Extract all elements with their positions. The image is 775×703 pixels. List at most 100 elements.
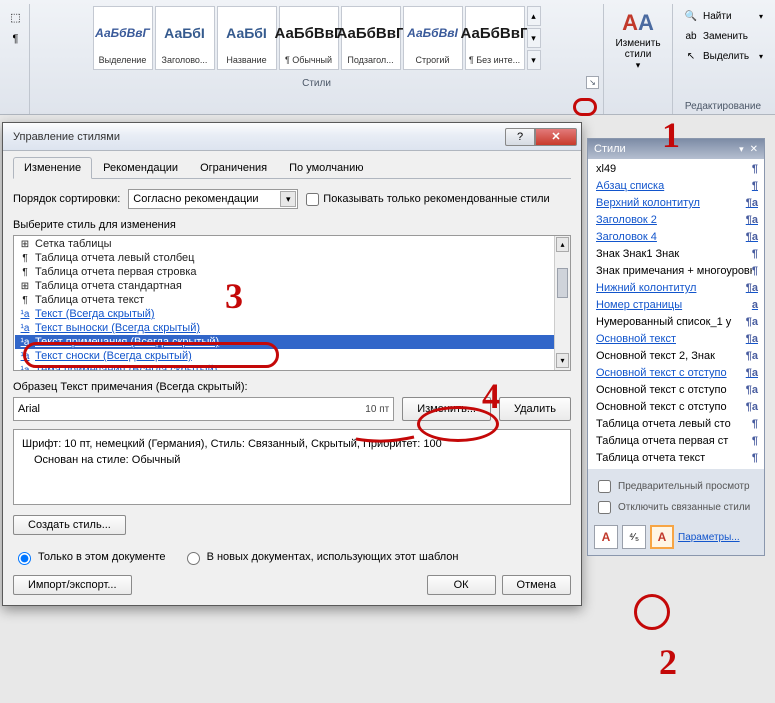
- style-name: Подзагол...: [344, 55, 398, 65]
- dialog-title: Управление стилями: [13, 131, 505, 143]
- pane-style-item[interactable]: Номер страницыa: [590, 297, 762, 314]
- style-tile[interactable]: АаБбВвГ¶ Без инте...: [465, 6, 525, 70]
- ok-button[interactable]: ОК: [427, 575, 496, 595]
- cancel-button[interactable]: Отмена: [502, 575, 571, 595]
- sort-order-combo[interactable]: Согласно рекомендации ▾: [128, 189, 298, 209]
- new-docs-radio[interactable]: В новых документах, использующих этот ша…: [182, 549, 459, 565]
- pane-style-item[interactable]: Таблица отчета текст¶: [590, 450, 762, 467]
- style-tile[interactable]: АаБбВвГ¶ Обычный: [279, 6, 339, 70]
- pane-style-item[interactable]: Заголовок 4¶a: [590, 229, 762, 246]
- style-list-item[interactable]: ¹aТекст сноски (Всегда скрытый): [15, 349, 569, 363]
- scroll-up-button[interactable]: ▴: [556, 237, 569, 252]
- style-type-icon: ¶: [752, 452, 758, 464]
- tab-3[interactable]: По умолчанию: [278, 157, 374, 178]
- chevron-down-icon[interactable]: ▾: [739, 144, 744, 155]
- style-tile[interactable]: АаБбВвГВыделение: [93, 6, 153, 70]
- styles-pane: Стили ▾ ✕ xl49¶Абзац списка¶Верхний коло…: [587, 138, 765, 556]
- style-list-item[interactable]: ¹aТема примечания (Всегда скрытый): [15, 363, 569, 371]
- style-list-item[interactable]: ¹aТекст примечания (Всегда скрытый): [15, 335, 569, 349]
- pane-style-item[interactable]: Знак Знак1 Знак¶: [590, 246, 762, 263]
- close-button[interactable]: ✕: [535, 128, 577, 146]
- style-list-item[interactable]: ¶Таблица отчета первая стровка: [15, 265, 569, 279]
- modify-button[interactable]: Изменить...: [402, 397, 491, 421]
- gallery-up-button[interactable]: ▴: [527, 6, 541, 26]
- style-type-icon: ¶: [752, 418, 758, 430]
- style-list-item[interactable]: ¶Таблица отчета текст: [15, 293, 569, 307]
- create-style-button[interactable]: Создать стиль...: [13, 515, 126, 535]
- style-list-item[interactable]: ⊞Таблица отчета стандартная: [15, 279, 569, 293]
- style-type-icon: ¶: [752, 163, 758, 175]
- pane-close-button[interactable]: ✕: [750, 144, 758, 155]
- editing-group: 🔍 Найти ▾ ab Заменить ↖ Выделить ▾ Редак…: [673, 4, 773, 114]
- style-list-item[interactable]: ¹aТекст выноски (Всегда скрытый): [15, 321, 569, 335]
- pane-style-item[interactable]: Основной текст¶a: [590, 331, 762, 348]
- pane-style-item[interactable]: Основной текст с отступо¶a: [590, 382, 762, 399]
- pane-style-item[interactable]: Нижний колонтитул¶a: [590, 280, 762, 297]
- new-style-button[interactable]: A: [594, 525, 618, 549]
- style-type-icon: ⊞: [19, 239, 31, 250]
- pane-style-item[interactable]: Таблица отчета левый сто¶: [590, 416, 762, 433]
- gallery-more-button[interactable]: ▾: [527, 50, 541, 70]
- scroll-down-button[interactable]: ▾: [556, 353, 569, 368]
- delete-button[interactable]: Удалить: [499, 397, 571, 421]
- style-preview: АаБбВвГ: [95, 11, 150, 55]
- change-styles-button[interactable]: AA Изменить стили ▾: [610, 6, 666, 71]
- cursor-icon: ↖: [683, 48, 699, 64]
- dropdown-icon: ▾: [280, 191, 296, 207]
- pane-style-item[interactable]: Основной текст 2, Знак¶a: [590, 348, 762, 365]
- style-type-icon: ¶: [19, 253, 31, 264]
- help-button[interactable]: ?: [505, 128, 535, 146]
- disable-linked-checkbox[interactable]: Отключить связанные стили: [594, 498, 758, 517]
- style-tile[interactable]: АаБбВвГПодзагол...: [341, 6, 401, 70]
- style-tile[interactable]: АаБбІЗаголово...: [155, 6, 215, 70]
- change-styles-icon: AA: [622, 10, 654, 36]
- preview-checkbox[interactable]: Предварительный просмотр: [594, 477, 758, 496]
- style-type-icon: ¹a: [19, 323, 31, 334]
- style-list-item[interactable]: ¶Таблица отчета левый столбец: [15, 251, 569, 265]
- annotation-2: 2: [659, 641, 677, 683]
- style-type-icon: ¶a: [746, 197, 758, 209]
- style-description: Шрифт: 10 пт, немецкий (Германия), Стиль…: [13, 429, 571, 505]
- import-export-button[interactable]: Импорт/экспорт...: [13, 575, 132, 595]
- pane-style-item[interactable]: Основной текст с отступо¶a: [590, 365, 762, 382]
- tab-0[interactable]: Изменение: [13, 157, 92, 179]
- style-name: Строгий: [406, 55, 460, 65]
- pane-style-item[interactable]: Таблица отчета первая ст¶: [590, 433, 762, 450]
- find-button[interactable]: 🔍 Найти ▾: [679, 6, 767, 26]
- dialog-titlebar[interactable]: Управление стилями ? ✕: [3, 123, 581, 151]
- pane-style-item[interactable]: Абзац списка¶: [590, 178, 762, 195]
- style-type-icon: a: [752, 299, 758, 311]
- tab-2[interactable]: Ограничения: [189, 157, 278, 178]
- parameters-link[interactable]: Параметры...: [678, 532, 740, 543]
- preview-box: Arial 10 пт: [13, 397, 394, 421]
- style-name: ¶ Без инте...: [468, 55, 522, 65]
- gallery-down-button[interactable]: ▾: [527, 28, 541, 48]
- dropdown-icon: ▾: [636, 60, 641, 71]
- styles-dialog-launcher[interactable]: ↘: [586, 76, 599, 89]
- pane-style-item[interactable]: Основной текст с отступо¶a: [590, 399, 762, 416]
- pane-style-item[interactable]: Знак примечания + многоуровневый, Слева:…: [590, 263, 762, 280]
- tab-1[interactable]: Рекомендации: [92, 157, 189, 178]
- style-type-icon: ¶a: [746, 384, 758, 396]
- only-this-doc-radio[interactable]: Только в этом документе: [13, 549, 166, 565]
- pane-style-item[interactable]: Верхний колонтитул¶a: [590, 195, 762, 212]
- style-list-item[interactable]: ¹aТекст (Всегда скрытый): [15, 307, 569, 321]
- manage-styles-button[interactable]: A: [650, 525, 674, 549]
- style-inspector-button[interactable]: ⁴⁄₅: [622, 525, 646, 549]
- vertical-scrollbar[interactable]: ▴ ▾: [554, 236, 570, 370]
- indent-icon[interactable]: ⬚: [5, 6, 27, 28]
- style-listbox[interactable]: ⊞Сетка таблицы¶Таблица отчета левый стол…: [13, 235, 571, 371]
- paragraph-icon[interactable]: ¶: [5, 28, 27, 50]
- pane-style-item[interactable]: Заголовок 2¶a: [590, 212, 762, 229]
- styles-pane-header[interactable]: Стили ▾ ✕: [588, 139, 764, 159]
- scroll-thumb[interactable]: [557, 268, 568, 298]
- select-button[interactable]: ↖ Выделить ▾: [679, 46, 767, 66]
- recommended-only-checkbox[interactable]: Показывать только рекомендованные стили: [306, 193, 549, 206]
- pane-style-item[interactable]: xl49¶: [590, 161, 762, 178]
- style-list-item[interactable]: ⊞Сетка таблицы: [15, 237, 569, 251]
- editing-group-label: Редактирование: [679, 101, 767, 112]
- style-tile[interactable]: АаБбІНазвание: [217, 6, 277, 70]
- replace-button[interactable]: ab Заменить: [679, 26, 767, 46]
- pane-style-item[interactable]: Нумерованный список_1 у¶a: [590, 314, 762, 331]
- style-tile[interactable]: АаБбВвІСтрогий: [403, 6, 463, 70]
